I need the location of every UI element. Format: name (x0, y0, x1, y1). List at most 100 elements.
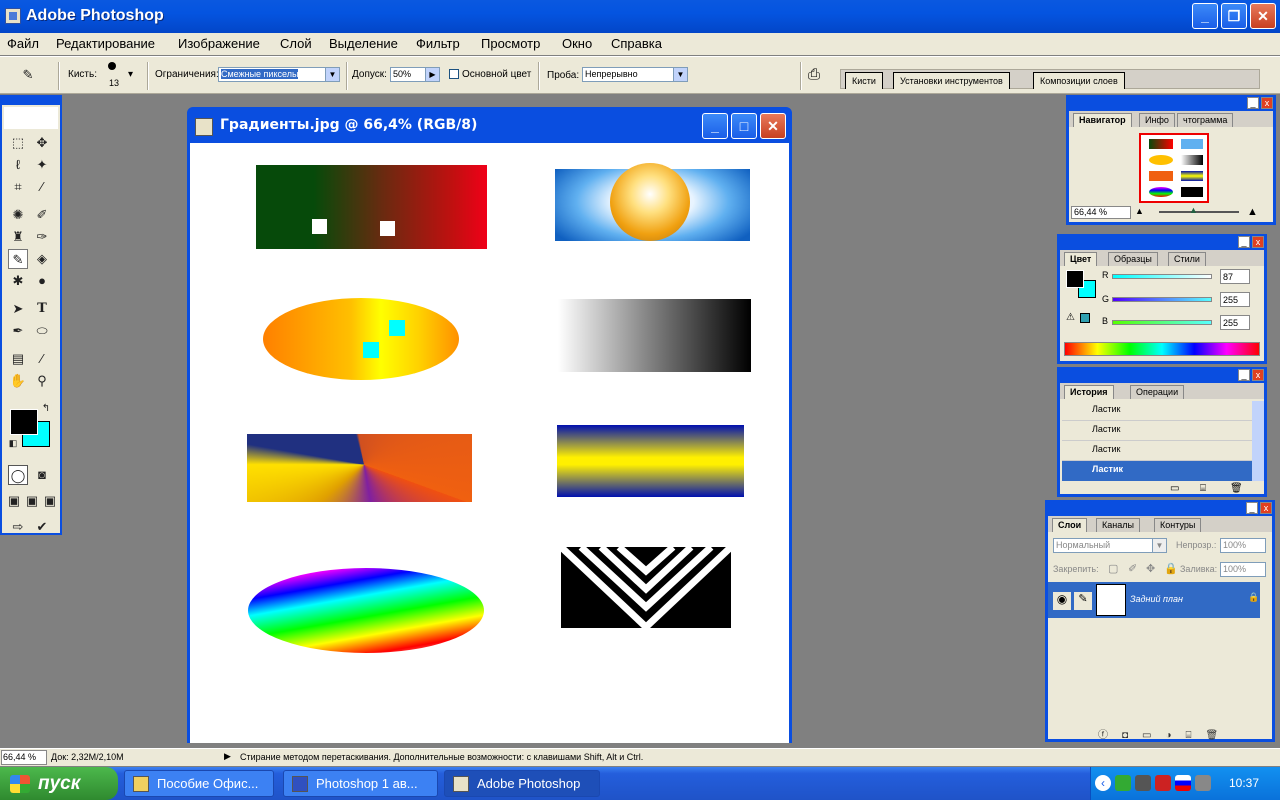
layer-actions-bar[interactable]: ⓕ◘▭◑⌸🗑 (1098, 726, 1232, 741)
crop-tool-icon[interactable]: ⌗ (8, 177, 28, 197)
tab-paths[interactable]: Контуры (1154, 518, 1202, 532)
default-colors-icon[interactable]: ◧ (7, 437, 19, 449)
b-input[interactable]: 255 (1220, 315, 1250, 330)
lock-image-icon[interactable]: ✐ (1128, 562, 1137, 575)
menu-edit[interactable]: Редактирование (56, 36, 155, 51)
fill-input[interactable]: 100% (1220, 562, 1266, 577)
r-input[interactable]: 87 (1220, 269, 1250, 284)
shape-tool-icon[interactable]: ⬭ (32, 321, 52, 341)
menu-window[interactable]: Окно (562, 36, 592, 51)
layer-name[interactable]: Задний план (1130, 594, 1183, 604)
arrow-right-icon[interactable]: ▶ (425, 68, 439, 81)
color-ramp[interactable] (1064, 342, 1260, 356)
zoom-slider[interactable] (1159, 211, 1239, 213)
menu-select[interactable]: Выделение (329, 36, 398, 51)
task-button-photoshop[interactable]: Adobe Photoshop (444, 770, 600, 797)
menu-filter[interactable]: Фильтр (416, 36, 460, 51)
opacity-input[interactable]: 100% (1220, 538, 1266, 553)
file-browser-icon[interactable]: ⎙ (808, 66, 828, 84)
brush-dot-icon[interactable] (108, 62, 116, 70)
history-item[interactable]: Ластик (1062, 421, 1252, 441)
start-button[interactable]: пуск (0, 767, 118, 800)
g-slider[interactable] (1112, 297, 1212, 302)
g-input[interactable]: 255 (1220, 292, 1250, 307)
layers-scrollbar[interactable] (1260, 582, 1272, 732)
language-flag-icon[interactable] (1175, 775, 1191, 791)
zoom-slider-thumb-icon[interactable]: ▲ (1189, 205, 1198, 215)
tray-antivirus-icon[interactable] (1155, 775, 1171, 791)
history-item[interactable]: Ластик (1062, 441, 1252, 461)
layer-row[interactable]: ◉ ✎ Задний план 🔒 (1048, 582, 1260, 618)
panel-close-icon[interactable]: x (1261, 97, 1273, 109)
image-canvas[interactable] (190, 143, 789, 743)
history-item[interactable]: Ластик (1062, 401, 1252, 421)
screen-mode-full-icon[interactable]: ▣ (40, 491, 60, 511)
brush-tool-icon[interactable]: ✐ (32, 205, 52, 225)
well-tab-layer-comps[interactable]: Композиции слоев (1033, 72, 1125, 89)
blend-mode-select[interactable]: Нормальный ▼ (1053, 538, 1167, 553)
eraser-preset-icon[interactable]: ✎ (18, 65, 38, 85)
tab-info[interactable]: Инфо (1139, 113, 1175, 127)
screen-mode-full-menu-icon[interactable]: ▣ (22, 491, 42, 511)
panel-close-icon[interactable]: x (1252, 236, 1264, 248)
task-button-doc[interactable]: Пособие Офис... (124, 770, 274, 797)
new-document-icon[interactable]: ▭ (1170, 483, 1179, 494)
edit-in-imageready-icon[interactable]: ✔ (32, 517, 52, 537)
screen-mode-standard-icon[interactable]: ▣ (4, 491, 24, 511)
path-selection-tool-icon[interactable]: ➤ (8, 299, 28, 319)
history-brush-tool-icon[interactable]: ✑ (32, 227, 52, 247)
navigator-thumbnail[interactable] (1139, 133, 1209, 203)
history-scrollbar[interactable] (1252, 401, 1264, 481)
tray-expand-icon[interactable]: ‹ (1095, 775, 1111, 791)
trash-icon[interactable]: 🗑 (1230, 483, 1243, 494)
b-slider[interactable] (1112, 320, 1212, 325)
primary-color-checkbox[interactable] (449, 69, 459, 79)
lock-transparent-icon[interactable]: ▢ (1108, 562, 1118, 575)
tolerance-input[interactable]: 50% ▶ (390, 67, 440, 82)
panel-close-icon[interactable]: x (1260, 502, 1272, 514)
doc-minimize-icon[interactable]: _ (702, 113, 728, 139)
brush-dropdown-icon[interactable]: ▾ (128, 69, 133, 80)
jump-to-imageready-icon[interactable]: ⇨ (8, 517, 28, 537)
menu-file[interactable]: Файл (7, 36, 39, 51)
paint-bucket-tool-icon[interactable]: ◈ (32, 249, 52, 269)
pen-tool-icon[interactable]: ✒ (8, 321, 28, 341)
tab-color[interactable]: Цвет (1064, 252, 1098, 266)
eye-icon[interactable]: ◉ (1053, 592, 1071, 610)
tab-history[interactable]: История (1064, 385, 1114, 399)
snapshot-icon[interactable]: ⌸ (1200, 483, 1206, 494)
status-menu-arrow-icon[interactable]: ▶ (224, 751, 231, 762)
tab-histogram[interactable]: чтограмма (1177, 113, 1234, 127)
eraser-tool-icon[interactable]: ✎ (8, 249, 28, 269)
panel-minimize-icon[interactable]: _ (1247, 97, 1259, 109)
hand-tool-icon[interactable]: ✋ (8, 371, 28, 391)
tab-styles[interactable]: Стили (1168, 252, 1206, 266)
menu-view[interactable]: Просмотр (481, 36, 540, 51)
tab-actions[interactable]: Операции (1130, 385, 1185, 399)
notes-tool-icon[interactable]: ▤ (8, 349, 28, 369)
tray-app-icon[interactable] (1135, 775, 1151, 791)
brush-link-icon[interactable]: ✎ (1074, 592, 1092, 610)
lock-position-icon[interactable]: ✥ (1146, 562, 1155, 575)
panel-minimize-icon[interactable]: _ (1238, 369, 1250, 381)
dodge-tool-icon[interactable]: ● (32, 271, 52, 291)
standard-mode-icon[interactable]: ◯ (8, 465, 28, 485)
menu-layer[interactable]: Слой (280, 36, 312, 51)
r-slider[interactable] (1112, 274, 1212, 279)
tab-swatches[interactable]: Образцы (1108, 252, 1158, 266)
well-tab-brushes[interactable]: Кисти (845, 72, 883, 89)
healing-brush-tool-icon[interactable]: ✺ (8, 205, 28, 225)
zoom-in-icon[interactable]: ▲ (1247, 206, 1258, 218)
tab-layers[interactable]: Слои (1052, 518, 1088, 532)
move-tool-icon[interactable]: ✥ (32, 133, 52, 153)
tray-network-icon[interactable] (1115, 775, 1131, 791)
stamp-tool-icon[interactable]: ♜ (8, 227, 28, 247)
type-tool-icon[interactable]: T (32, 299, 52, 319)
menu-help[interactable]: Справка (611, 36, 662, 51)
lasso-tool-icon[interactable]: ℓ (8, 155, 28, 175)
quick-mask-icon[interactable]: ◙ (32, 465, 52, 485)
lock-all-icon[interactable]: 🔒 (1164, 562, 1178, 575)
gamut-warning-icon[interactable]: ⚠ (1066, 312, 1075, 323)
magic-wand-tool-icon[interactable]: ✦ (32, 155, 52, 175)
slice-tool-icon[interactable]: ∕ (32, 177, 52, 197)
